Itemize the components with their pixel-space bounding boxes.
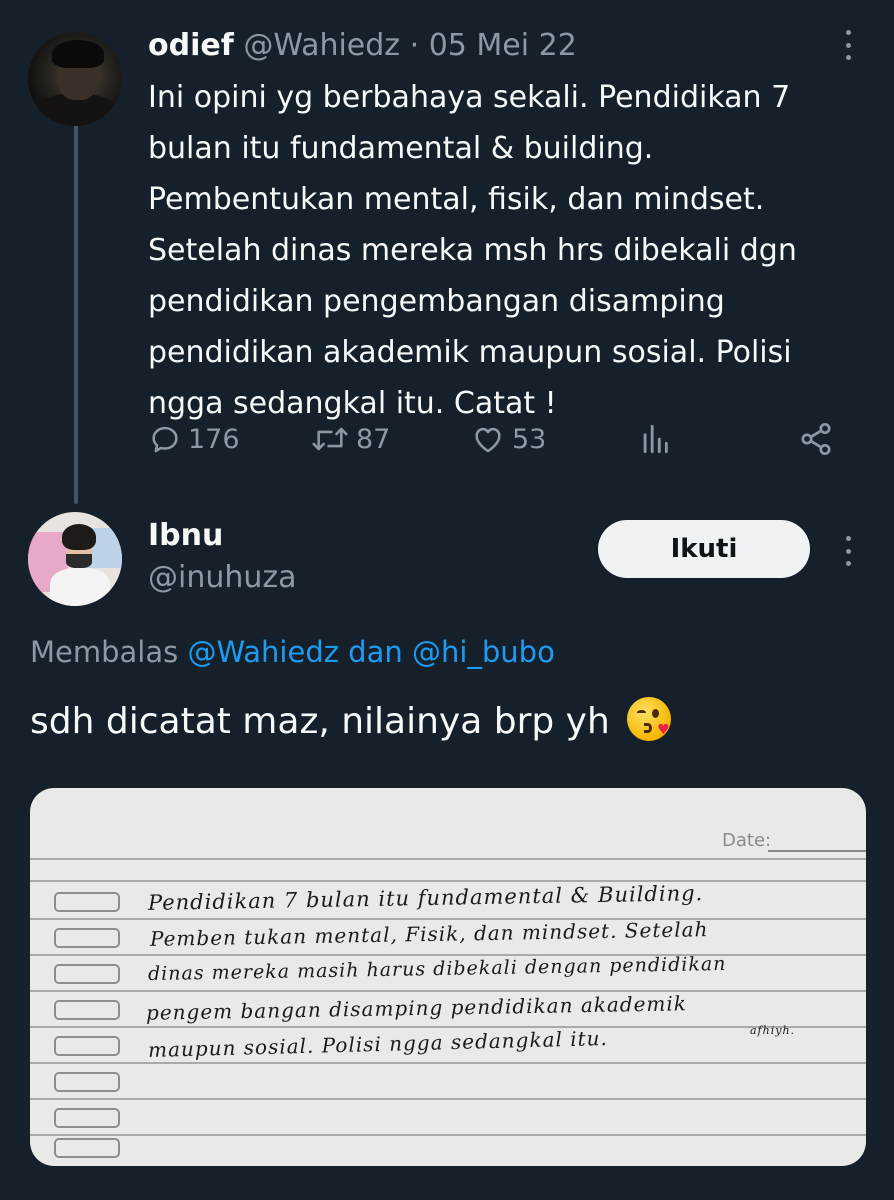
thread-line xyxy=(74,124,78,504)
margin-checkbox xyxy=(54,1000,120,1020)
tweet-actions: 176 87 53 xyxy=(148,414,848,464)
tweet-date[interactable]: 05 Mei 22 xyxy=(429,28,577,63)
analytics-icon xyxy=(643,424,668,454)
more-options-icon[interactable] xyxy=(844,536,852,566)
margin-checkbox xyxy=(54,1138,120,1158)
tweet-header: odief @Wahiedz · 05 Mei 22 xyxy=(148,24,577,68)
header-separator: · xyxy=(409,28,420,63)
reply-text: sdh dicatat maz, nilainya brp yh xyxy=(30,701,610,742)
tweet-text: Ini opini yg berbahaya sekali. Pendidika… xyxy=(148,80,797,421)
author-name[interactable]: odief xyxy=(148,28,234,63)
paper-line xyxy=(30,954,866,956)
author-handle[interactable]: @Wahiedz xyxy=(243,28,400,63)
paper-line xyxy=(30,1062,866,1064)
heart-icon xyxy=(475,427,501,453)
paper-line xyxy=(30,880,866,882)
share-icon xyxy=(801,422,831,456)
photo-date-line xyxy=(768,850,866,852)
handwritten-signature: afhiyh. xyxy=(750,1024,796,1037)
like-button[interactable]: 53 xyxy=(470,414,546,464)
attached-photo[interactable]: Date: Pendidikan 7 bulan itu fundamental… xyxy=(30,788,866,1166)
retweet-count: 87 xyxy=(356,423,391,455)
handwritten-line: Pendidikan 7 bulan itu fundamental & Bui… xyxy=(147,881,704,915)
paper-line xyxy=(30,990,866,992)
retweet-button[interactable]: 87 xyxy=(310,414,390,464)
avatar-odief[interactable] xyxy=(28,32,122,126)
reply-button[interactable]: 176 xyxy=(148,414,240,464)
views-button[interactable] xyxy=(638,414,672,464)
paper-line xyxy=(30,858,866,860)
replying-conjunction: dan xyxy=(348,635,403,669)
share-button[interactable] xyxy=(798,414,834,464)
margin-checkbox xyxy=(54,1108,120,1128)
like-count: 53 xyxy=(512,423,547,455)
replying-to: Membalas @Wahiedz dan @hi_bubo xyxy=(30,630,555,674)
margin-checkbox xyxy=(54,964,120,984)
reply-icon xyxy=(152,426,178,453)
reply-count: 176 xyxy=(188,423,240,455)
replying-to-link-1[interactable]: @Wahiedz xyxy=(187,635,339,669)
replying-prefix: Membalas xyxy=(30,635,179,669)
replying-to-link-2[interactable]: @hi_bubo xyxy=(412,635,555,669)
paper-line xyxy=(30,1026,866,1028)
retweet-icon xyxy=(312,427,348,451)
handwritten-line: Pemben tukan mental, Fisik, dan mindset.… xyxy=(149,917,709,951)
photo-date-label: Date: xyxy=(722,830,772,851)
margin-checkbox xyxy=(54,928,120,948)
reply-text-row: sdh dicatat maz, nilainya brp yh ♥ xyxy=(30,696,672,748)
paper-line xyxy=(30,918,866,920)
reply-author-handle[interactable]: @inuhuza xyxy=(148,556,297,600)
handwritten-line: maupun sosial. Polisi ngga sedangkal itu… xyxy=(147,1025,609,1063)
kissing-face-emoji-icon: ♥ xyxy=(627,697,672,741)
margin-checkbox xyxy=(54,1036,120,1056)
paper-line xyxy=(30,1098,866,1100)
more-options-icon[interactable] xyxy=(844,30,852,60)
handwritten-line: pengem bangan disamping pendidikan akade… xyxy=(145,991,688,1025)
paper-line xyxy=(30,1134,866,1136)
margin-checkbox xyxy=(54,892,120,912)
reply-author-name[interactable]: Ibnu xyxy=(148,514,223,558)
follow-button[interactable]: Ikuti xyxy=(598,520,810,578)
margin-checkbox xyxy=(54,1072,120,1092)
avatar-ibnu[interactable] xyxy=(28,512,122,606)
handwritten-line: dinas mereka masih harus dibekali dengan… xyxy=(147,952,727,986)
